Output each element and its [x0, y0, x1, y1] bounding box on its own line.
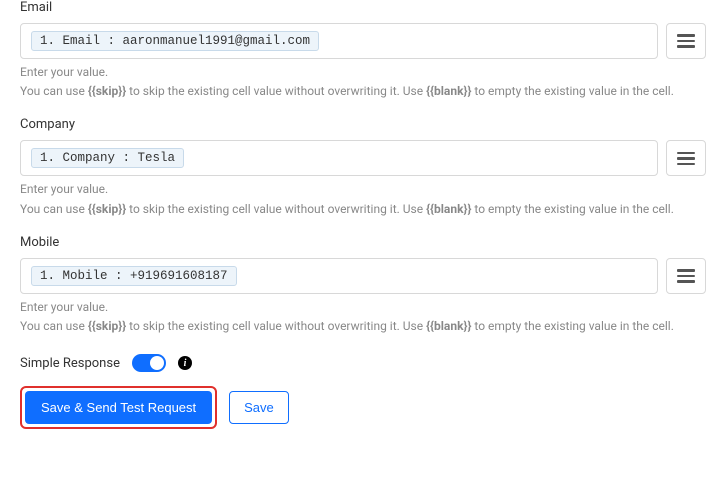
- token-mobile[interactable]: 1. Mobile : +919691608187: [31, 266, 237, 286]
- menu-button-company[interactable]: [666, 140, 706, 176]
- hamburger-icon: [677, 152, 695, 155]
- help-text-mobile: Enter your value. You can use {{skip}} t…: [20, 298, 706, 336]
- input-row-mobile: 1. Mobile : +919691608187: [20, 258, 706, 294]
- token-company[interactable]: 1. Company : Tesla: [31, 148, 184, 168]
- save-send-test-button[interactable]: Save & Send Test Request: [25, 391, 212, 424]
- input-row-email: 1. Email : aaronmanuel1991@gmail.com: [20, 23, 706, 59]
- info-icon[interactable]: i: [178, 356, 192, 370]
- field-group-email: Email 1. Email : aaronmanuel1991@gmail.c…: [20, 0, 706, 101]
- field-label-email: Email: [20, 0, 706, 15]
- save-button[interactable]: Save: [229, 391, 289, 424]
- simple-response-label: Simple Response: [20, 356, 120, 371]
- hamburger-icon: [677, 269, 695, 272]
- input-company[interactable]: 1. Company : Tesla: [20, 140, 658, 176]
- help-text-company: Enter your value. You can use {{skip}} t…: [20, 180, 706, 218]
- simple-response-row: Simple Response i: [20, 354, 706, 372]
- field-group-mobile: Mobile 1. Mobile : +919691608187 Enter y…: [20, 235, 706, 336]
- token-email[interactable]: 1. Email : aaronmanuel1991@gmail.com: [31, 31, 319, 51]
- field-label-mobile: Mobile: [20, 235, 706, 250]
- input-email[interactable]: 1. Email : aaronmanuel1991@gmail.com: [20, 23, 658, 59]
- input-mobile[interactable]: 1. Mobile : +919691608187: [20, 258, 658, 294]
- menu-button-mobile[interactable]: [666, 258, 706, 294]
- hamburger-icon: [677, 34, 695, 37]
- input-row-company: 1. Company : Tesla: [20, 140, 706, 176]
- field-group-company: Company 1. Company : Tesla Enter your va…: [20, 117, 706, 218]
- help-text-email: Enter your value. You can use {{skip}} t…: [20, 63, 706, 101]
- primary-button-highlight: Save & Send Test Request: [20, 386, 217, 429]
- simple-response-toggle[interactable]: [132, 354, 166, 372]
- button-row: Save & Send Test Request Save: [20, 386, 706, 429]
- menu-button-email[interactable]: [666, 23, 706, 59]
- field-label-company: Company: [20, 117, 706, 132]
